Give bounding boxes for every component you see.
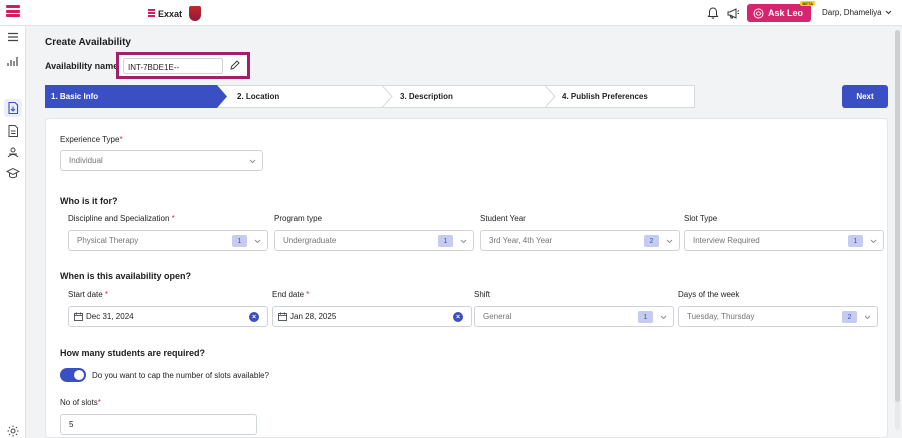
program-type-select[interactable]: Undergraduate 1 — [274, 230, 474, 251]
discipline-value: Physical Therapy — [77, 236, 139, 245]
calendar-icon — [74, 312, 83, 321]
student-year-value: 3rd Year, 4th Year — [489, 236, 553, 245]
exxat-logo-icon[interactable] — [6, 5, 20, 21]
calendar-icon — [278, 312, 287, 321]
slot-type-count-badge: 1 — [848, 235, 863, 247]
basic-info-form-card: Experience Type* Individual Who is it fo… — [45, 118, 888, 438]
brand-mark-icon — [148, 9, 155, 18]
top-bar: Exxat Ask Leo BETA Darp, Dhameliya — [0, 0, 902, 26]
slot-type-value: Interview Required — [693, 236, 760, 245]
clear-start-date-icon[interactable]: × — [249, 312, 259, 322]
leo-ai-icon — [753, 8, 764, 18]
required-asterisk: * — [171, 214, 175, 223]
bell-icon[interactable] — [706, 6, 720, 20]
days-of-week-count-badge: 2 — [842, 311, 857, 323]
experience-type-label: Experience Type* — [60, 135, 123, 144]
shift-label: Shift — [474, 290, 491, 299]
end-date-value: Jan 28, 2025 — [290, 312, 337, 321]
required-asterisk: * — [306, 290, 310, 299]
start-date-input[interactable]: Dec 31, 2024 × — [68, 306, 268, 327]
discipline-label: Discipline and Specialization * — [68, 214, 175, 223]
beta-badge: BETA — [800, 1, 815, 6]
step-basic-info[interactable]: 1. Basic Info — [51, 85, 98, 108]
settings-gear-icon[interactable] — [6, 424, 20, 438]
step-location[interactable]: 2. Location — [237, 85, 279, 108]
program-type-value: Undergraduate — [283, 236, 337, 245]
program-type-label: Program type — [274, 214, 323, 223]
who-section-heading: Who is it for? — [60, 196, 118, 206]
stepper: 1. Basic Info 2. Location 3. Description… — [45, 85, 695, 108]
clear-end-date-icon[interactable]: × — [453, 312, 463, 322]
cap-slots-toggle[interactable] — [60, 368, 86, 382]
students-section-heading: How many students are required? — [60, 348, 206, 358]
chevron-down-icon — [885, 10, 891, 15]
slots-label: No of slots* — [60, 398, 101, 407]
user-menu[interactable]: Darp, Dhameliya — [822, 8, 892, 17]
chevron-down-icon — [666, 239, 673, 244]
required-asterisk: * — [119, 135, 123, 144]
user-name: Darp, Dhameliya — [822, 8, 882, 17]
experience-type-value: Individual — [69, 156, 103, 165]
when-section-heading: When is this availability open? — [60, 271, 192, 281]
start-date-value: Dec 31, 2024 — [86, 312, 134, 321]
slot-type-label: Slot Type — [684, 214, 718, 223]
days-of-week-value: Tuesday, Thursday — [687, 312, 755, 321]
brand-logo: Exxat — [148, 6, 202, 21]
end-date-label: End date * — [272, 290, 310, 299]
chevron-down-icon — [864, 315, 871, 320]
next-button[interactable]: Next — [842, 85, 888, 108]
discipline-count-badge: 1 — [232, 235, 247, 247]
availability-name-label: Availability name: — [45, 61, 122, 71]
end-date-input[interactable]: Jan 28, 2025 × — [272, 306, 472, 327]
cap-slots-toggle-label: Do you want to cap the number of slots a… — [92, 371, 269, 380]
step-publish-preferences[interactable]: 4. Publish Preferences — [562, 85, 648, 108]
experience-type-select[interactable]: Individual — [60, 150, 263, 171]
pencil-edit-icon[interactable] — [229, 59, 241, 71]
graduation-cap-icon[interactable] — [6, 166, 20, 180]
scrollbar-thumb[interactable] — [895, 30, 900, 402]
ask-leo-button[interactable]: Ask Leo BETA — [747, 1, 815, 22]
chevron-down-icon — [460, 239, 467, 244]
left-nav-rail — [0, 26, 26, 438]
discipline-select[interactable]: Physical Therapy 1 — [68, 230, 268, 251]
chevron-down-icon — [249, 159, 256, 164]
days-of-week-select[interactable]: Tuesday, Thursday 2 — [678, 306, 878, 327]
shift-count-badge: 1 — [638, 311, 653, 323]
brand-name: Exxat — [158, 8, 183, 19]
analytics-icon[interactable] — [6, 54, 20, 68]
chevron-down-icon — [254, 239, 261, 244]
student-year-select[interactable]: 3rd Year, 4th Year 2 — [480, 230, 680, 251]
chevron-down-icon — [660, 315, 667, 320]
page-scrollbar[interactable] — [895, 30, 900, 430]
slot-type-select[interactable]: Interview Required 1 — [684, 230, 884, 251]
shift-select[interactable]: General 1 — [474, 306, 674, 327]
required-asterisk: * — [97, 398, 101, 407]
megaphone-icon[interactable] — [726, 6, 740, 20]
shift-value: General — [483, 312, 512, 321]
people-network-icon[interactable] — [6, 146, 20, 160]
ask-leo-label: Ask Leo — [768, 8, 804, 18]
availability-name-input[interactable]: INT-7BDE1E-- — [123, 58, 223, 74]
slots-input[interactable]: 5 — [60, 414, 257, 435]
days-of-week-label: Days of the week — [678, 290, 740, 299]
availability-document-icon[interactable] — [6, 101, 20, 115]
institution-shield-icon — [189, 6, 202, 21]
slots-value: 5 — [69, 420, 74, 429]
chevron-down-icon — [870, 239, 877, 244]
student-year-count-badge: 2 — [644, 235, 659, 247]
required-asterisk: * — [104, 290, 109, 299]
start-date-label: Start date * — [68, 290, 109, 299]
program-type-count-badge: 1 — [438, 235, 453, 247]
student-year-label: Student Year — [480, 214, 526, 223]
hamburger-menu-icon[interactable] — [6, 30, 20, 44]
page-title: Create Availability — [45, 37, 131, 48]
availability-name-highlight: INT-7BDE1E-- — [116, 52, 250, 79]
step-description[interactable]: 3. Description — [400, 85, 453, 108]
file-list-icon[interactable] — [6, 124, 20, 138]
